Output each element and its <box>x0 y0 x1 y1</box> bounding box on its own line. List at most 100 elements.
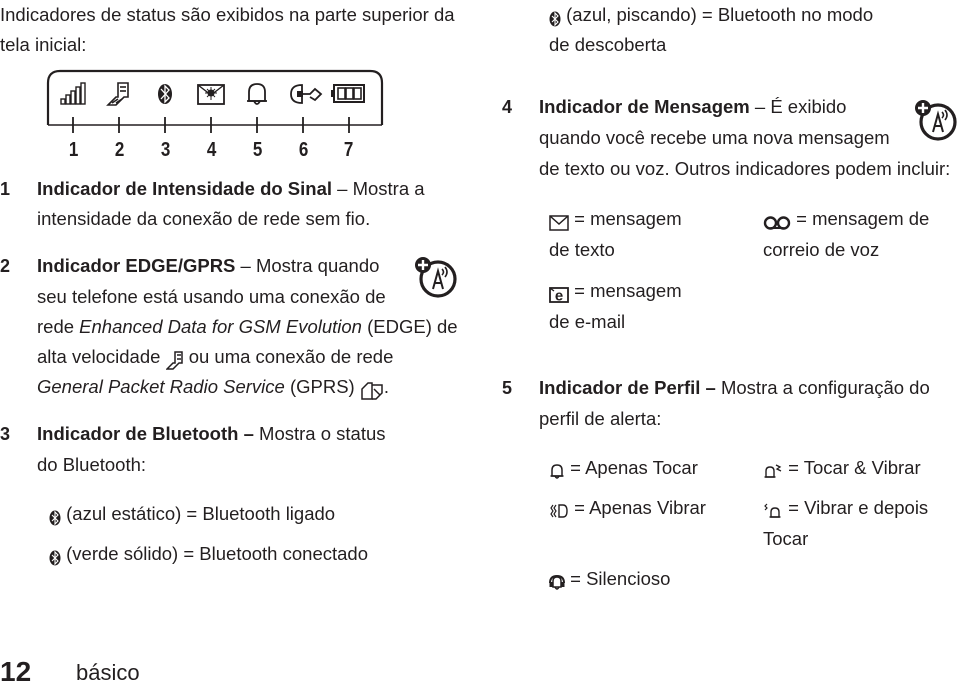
item-2-text-1: Mostra quando <box>255 255 380 276</box>
profile-vibrate-only: = Apenas Vibrar <box>549 497 706 522</box>
item-2-line-1: Indicador EDGE/GPRS – Mostra quando <box>37 255 379 277</box>
callout-number-3: 3 <box>160 139 171 161</box>
text-message-icon <box>549 211 569 233</box>
battery-icon <box>331 84 365 103</box>
bluetooth-icon <box>158 84 172 104</box>
item-1-title: Indicador de Intensidade do Sinal <box>37 178 333 199</box>
feature-shortcut-icon <box>412 255 458 299</box>
profile-ring-only-label: = Apenas Tocar <box>565 457 698 478</box>
item-1-line-2: intensidade da conexão de rede sem fio. <box>37 208 371 229</box>
ring-bell-icon <box>247 83 267 105</box>
callout-number-7: 7 <box>343 139 354 161</box>
headset-forward-icon <box>290 84 323 104</box>
page-number: 12 <box>0 656 32 687</box>
vibrate-only-icon <box>549 500 569 522</box>
item-4-line-1: Indicador de Mensagem – É exibido <box>539 96 846 118</box>
message-type-voicemail-label: = mensagem de <box>791 208 930 229</box>
message-type-text: = mensagem <box>549 208 682 233</box>
bluetooth-state-on-label: (azul estático) = Bluetooth ligado <box>61 503 336 524</box>
intro-line-2: tela inicial: <box>0 34 87 55</box>
item-2-period: . <box>383 376 389 397</box>
ring-vibrate-icon <box>763 460 783 482</box>
feature-shortcut-icon <box>912 98 958 142</box>
item-5-text-1: Mostra a configuração do <box>720 377 930 398</box>
callout-number-2: 2 <box>114 139 125 161</box>
callout-number-1: 1 <box>68 139 79 161</box>
item-2-text-3a: rede <box>37 316 80 337</box>
item-1-number: 1 <box>0 179 11 199</box>
item-4-line-3: de texto ou voz. Outros indicadores pode… <box>539 158 951 179</box>
edge-icon <box>106 82 129 106</box>
item-1-line-1: Indicador de Intensidade do Sinal – Most… <box>37 178 425 200</box>
profile-ring-vibrate: = Tocar & Vibrar <box>763 457 921 482</box>
item-4-number: 4 <box>502 97 513 117</box>
item-5-number: 5 <box>502 378 513 398</box>
item-2-text-4b: ou uma conexão de rede <box>183 346 394 367</box>
silent-icon <box>549 571 565 593</box>
section-name: básico <box>76 660 140 685</box>
bluetooth-state-discovery-line-2: de descoberta <box>549 34 667 55</box>
item-3-number: 3 <box>0 424 11 444</box>
profile-ring-only: = Apenas Tocar <box>549 457 698 482</box>
item-5-dash: – <box>700 377 721 398</box>
item-2-line-3: rede Enhanced Data for GSM Evolution (ED… <box>37 316 458 338</box>
item-2-number: 2 <box>0 256 11 276</box>
bluetooth-state-on: (azul estático) = Bluetooth ligado <box>49 503 335 528</box>
item-2-line-2: seu telefone está usando uma conexão de <box>37 286 386 307</box>
svg-text:e: e <box>555 288 563 304</box>
message-type-text-line-2: de texto <box>549 239 615 260</box>
item-5-line-1: Indicador de Perfil – Mostra a configura… <box>539 377 930 399</box>
callout-number-5: 5 <box>252 139 263 161</box>
callout-number-6: 6 <box>298 139 309 161</box>
item-4-dash: – <box>749 96 771 117</box>
message-icon <box>197 84 225 105</box>
bluetooth-state-discovery-label: (azul, piscando) = Bluetooth no modo <box>561 4 874 25</box>
profile-silent: = Silencioso <box>549 568 670 593</box>
bluetooth-state-discovery: (azul, piscando) = Bluetooth no modo <box>549 4 873 29</box>
profile-vibrate-then-ring-label: = Vibrar e depois <box>783 497 929 518</box>
item-2-line-4: alta velocidade ou uma conexão de rede <box>37 346 393 371</box>
intro-line-1: Indicadores de status são exibidos na pa… <box>0 4 455 25</box>
item-2-title: Indicador EDGE/GPRS <box>37 255 236 276</box>
item-1-dash: – <box>332 178 353 199</box>
message-type-voicemail-line-2: correio de voz <box>763 239 880 260</box>
profile-vibrate-then-ring-line-2: Tocar <box>763 528 809 549</box>
edge-icon <box>165 349 184 371</box>
bluetooth-state-connected-label: (verde sólido) = Bluetooth conectado <box>61 543 368 564</box>
item-4-title: Indicador de Mensagem <box>539 96 750 117</box>
gprs-icon <box>360 379 384 401</box>
message-type-email-line-2: de e-mail <box>549 311 626 332</box>
item-3-title: Indicador de Bluetooth <box>37 423 239 444</box>
item-5-title: Indicador de Perfil <box>539 377 701 398</box>
message-type-voicemail: = mensagem de <box>763 208 929 233</box>
item-4-line-2: quando você recebe uma nova mensagem <box>539 127 890 148</box>
item-3-text-1: Mostra o status <box>259 423 386 444</box>
item-4-text-1: É exibido <box>770 96 847 117</box>
signal-strength-icon <box>60 82 86 105</box>
profile-vibrate-then-ring: = Vibrar e depois <box>763 497 928 522</box>
item-3-line-2: do Bluetooth: <box>37 454 147 475</box>
item-5-line-2: perfil de alerta: <box>539 408 662 429</box>
profile-silent-label: = Silencioso <box>565 568 671 589</box>
item-2-edge-term: Enhanced Data for GSM Evolution <box>79 316 362 337</box>
profile-vibrate-only-label: = Apenas Vibrar <box>569 497 706 518</box>
profile-ring-vibrate-label: = Tocar & Vibrar <box>783 457 921 478</box>
email-icon: e <box>549 283 569 305</box>
callout-number-4: 4 <box>206 139 217 161</box>
vibrate-then-ring-icon <box>763 500 783 522</box>
bluetooth-state-connected: (verde sólido) = Bluetooth conectado <box>49 543 368 568</box>
item-2-gprs-term: General Packet Radio Service <box>37 376 285 397</box>
item-3-dash: – <box>238 423 260 444</box>
message-type-email: e = mensagem <box>549 280 682 305</box>
bluetooth-blue-blinking-icon <box>549 7 561 29</box>
item-3-line-1: Indicador de Bluetooth – Mostra o status <box>37 423 386 445</box>
ring-only-icon <box>549 460 565 482</box>
item-2-text-4a: alta velocidade <box>37 346 166 367</box>
item-2-dash: – <box>235 255 256 276</box>
bluetooth-green-solid-icon <box>49 546 61 568</box>
voicemail-icon <box>763 211 791 233</box>
item-2-text-5b: (GPRS) <box>284 376 360 397</box>
item-2-text-3b: (EDGE) de <box>361 316 458 337</box>
item-2-line-5: General Packet Radio Service (GPRS) . <box>37 376 389 401</box>
item-1-text-1: Mostra a <box>352 178 425 199</box>
